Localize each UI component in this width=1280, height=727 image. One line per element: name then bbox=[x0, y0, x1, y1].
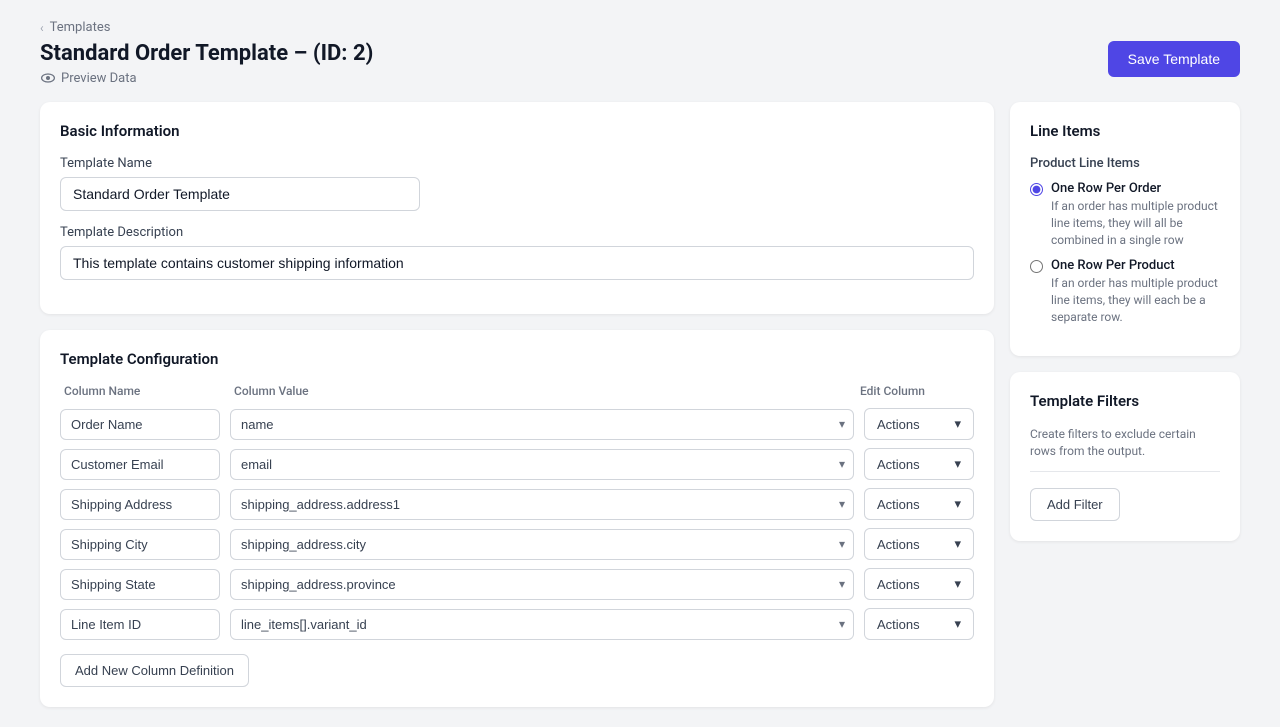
col-value-select-5[interactable]: line_items[].variant_id bbox=[230, 609, 854, 640]
col-value-wrapper-1: email bbox=[230, 449, 854, 480]
col-name-header: Column Name bbox=[64, 384, 224, 398]
breadcrumb: ‹ Templates bbox=[40, 20, 1240, 35]
col-name-input-1[interactable] bbox=[60, 449, 220, 480]
actions-label-5: Actions bbox=[877, 617, 920, 632]
template-description-group: Template Description bbox=[60, 225, 974, 280]
radio-option-2[interactable]: One Row Per Product If an order has mult… bbox=[1030, 258, 1220, 325]
actions-button-1[interactable]: Actions ▾ bbox=[864, 448, 974, 480]
line-items-card: Line Items Product Line Items One Row Pe… bbox=[1010, 102, 1240, 356]
actions-button-5[interactable]: Actions ▾ bbox=[864, 608, 974, 640]
table-row: shipping_address.province Actions ▾ bbox=[60, 568, 974, 600]
template-filters-card: Template Filters Create filters to exclu… bbox=[1010, 372, 1240, 542]
col-value-select-1[interactable]: email bbox=[230, 449, 854, 480]
template-filters-title: Template Filters bbox=[1030, 392, 1220, 410]
preview-label: Preview Data bbox=[61, 71, 137, 86]
col-value-header: Column Value bbox=[234, 384, 850, 398]
col-value-select-4[interactable]: shipping_address.province bbox=[230, 569, 854, 600]
actions-chevron-3: ▾ bbox=[954, 536, 961, 552]
col-value-select-3[interactable]: shipping_address.city bbox=[230, 529, 854, 560]
radio-input-1[interactable] bbox=[1030, 183, 1043, 196]
product-line-items-label: Product Line Items bbox=[1030, 156, 1220, 171]
template-name-label: Template Name bbox=[60, 156, 974, 171]
actions-button-0[interactable]: Actions ▾ bbox=[864, 408, 974, 440]
table-row: email Actions ▾ bbox=[60, 448, 974, 480]
col-name-input-4[interactable] bbox=[60, 569, 220, 600]
col-name-input-2[interactable] bbox=[60, 489, 220, 520]
actions-button-2[interactable]: Actions ▾ bbox=[864, 488, 974, 520]
template-name-group: Template Name bbox=[60, 156, 974, 211]
col-edit-header: Edit Column bbox=[860, 384, 970, 398]
radio-option-1-content: One Row Per Order If an order has multip… bbox=[1051, 181, 1220, 248]
actions-chevron-4: ▾ bbox=[954, 576, 961, 592]
side-panel: Line Items Product Line Items One Row Pe… bbox=[1010, 102, 1240, 707]
add-column-button[interactable]: Add New Column Definition bbox=[60, 654, 249, 687]
col-value-wrapper-0: name bbox=[230, 409, 854, 440]
col-value-wrapper-5: line_items[].variant_id bbox=[230, 609, 854, 640]
config-header-row: Column Name Column Value Edit Column bbox=[60, 384, 974, 398]
template-name-input[interactable] bbox=[60, 177, 420, 211]
actions-label-0: Actions bbox=[877, 417, 920, 432]
actions-chevron-0: ▾ bbox=[954, 416, 961, 432]
radio-input-2[interactable] bbox=[1030, 260, 1043, 273]
line-items-title: Line Items bbox=[1030, 122, 1220, 140]
radio-option-1-label: One Row Per Order bbox=[1051, 181, 1220, 196]
filter-divider bbox=[1030, 471, 1220, 472]
col-value-select-2[interactable]: shipping_address.address1 bbox=[230, 489, 854, 520]
breadcrumb-parent-link[interactable]: Templates bbox=[50, 20, 111, 35]
col-name-input-3[interactable] bbox=[60, 529, 220, 560]
col-value-wrapper-4: shipping_address.province bbox=[230, 569, 854, 600]
radio-option-1[interactable]: One Row Per Order If an order has multip… bbox=[1030, 181, 1220, 248]
page-title: Standard Order Template – (ID: 2) bbox=[40, 41, 373, 66]
actions-chevron-1: ▾ bbox=[954, 456, 961, 472]
radio-option-2-label: One Row Per Product bbox=[1051, 258, 1220, 273]
back-chevron-icon: ‹ bbox=[40, 21, 44, 35]
table-row: name Actions ▾ bbox=[60, 408, 974, 440]
page-container: ‹ Templates Standard Order Template – (I… bbox=[0, 0, 1280, 727]
table-row: shipping_address.city Actions ▾ bbox=[60, 528, 974, 560]
filter-description: Create filters to exclude certain rows f… bbox=[1030, 426, 1220, 460]
actions-button-3[interactable]: Actions ▾ bbox=[864, 528, 974, 560]
template-description-label: Template Description bbox=[60, 225, 974, 240]
radio-option-2-desc: If an order has multiple product line it… bbox=[1051, 275, 1220, 325]
page-header: Standard Order Template – (ID: 2) Previe… bbox=[40, 41, 1240, 86]
page-title-section: Standard Order Template – (ID: 2) Previe… bbox=[40, 41, 373, 86]
radio-group: One Row Per Order If an order has multip… bbox=[1030, 181, 1220, 326]
col-value-select-0[interactable]: name bbox=[230, 409, 854, 440]
actions-label-4: Actions bbox=[877, 577, 920, 592]
actions-chevron-2: ▾ bbox=[954, 496, 961, 512]
save-template-button[interactable]: Save Template bbox=[1108, 41, 1240, 77]
template-config-card: Template Configuration Column Name Colum… bbox=[40, 330, 994, 707]
actions-label-2: Actions bbox=[877, 497, 920, 512]
table-row: line_items[].variant_id Actions ▾ bbox=[60, 608, 974, 640]
preview-data-link[interactable]: Preview Data bbox=[40, 70, 373, 86]
radio-option-2-content: One Row Per Product If an order has mult… bbox=[1051, 258, 1220, 325]
radio-option-1-desc: If an order has multiple product line it… bbox=[1051, 198, 1220, 248]
template-description-input[interactable] bbox=[60, 246, 974, 280]
col-value-wrapper-3: shipping_address.city bbox=[230, 529, 854, 560]
actions-button-4[interactable]: Actions ▾ bbox=[864, 568, 974, 600]
col-name-input-5[interactable] bbox=[60, 609, 220, 640]
table-row: shipping_address.address1 Actions ▾ bbox=[60, 488, 974, 520]
main-panel: Basic Information Template Name Template… bbox=[40, 102, 994, 707]
add-filter-button[interactable]: Add Filter bbox=[1030, 488, 1120, 521]
col-name-input-0[interactable] bbox=[60, 409, 220, 440]
actions-label-3: Actions bbox=[877, 537, 920, 552]
actions-chevron-5: ▾ bbox=[954, 616, 961, 632]
col-value-wrapper-2: shipping_address.address1 bbox=[230, 489, 854, 520]
basic-info-card: Basic Information Template Name Template… bbox=[40, 102, 994, 314]
template-config-title: Template Configuration bbox=[60, 350, 974, 368]
actions-label-1: Actions bbox=[877, 457, 920, 472]
content-area: Basic Information Template Name Template… bbox=[40, 102, 1240, 707]
eye-icon bbox=[40, 70, 56, 86]
basic-info-title: Basic Information bbox=[60, 122, 974, 140]
